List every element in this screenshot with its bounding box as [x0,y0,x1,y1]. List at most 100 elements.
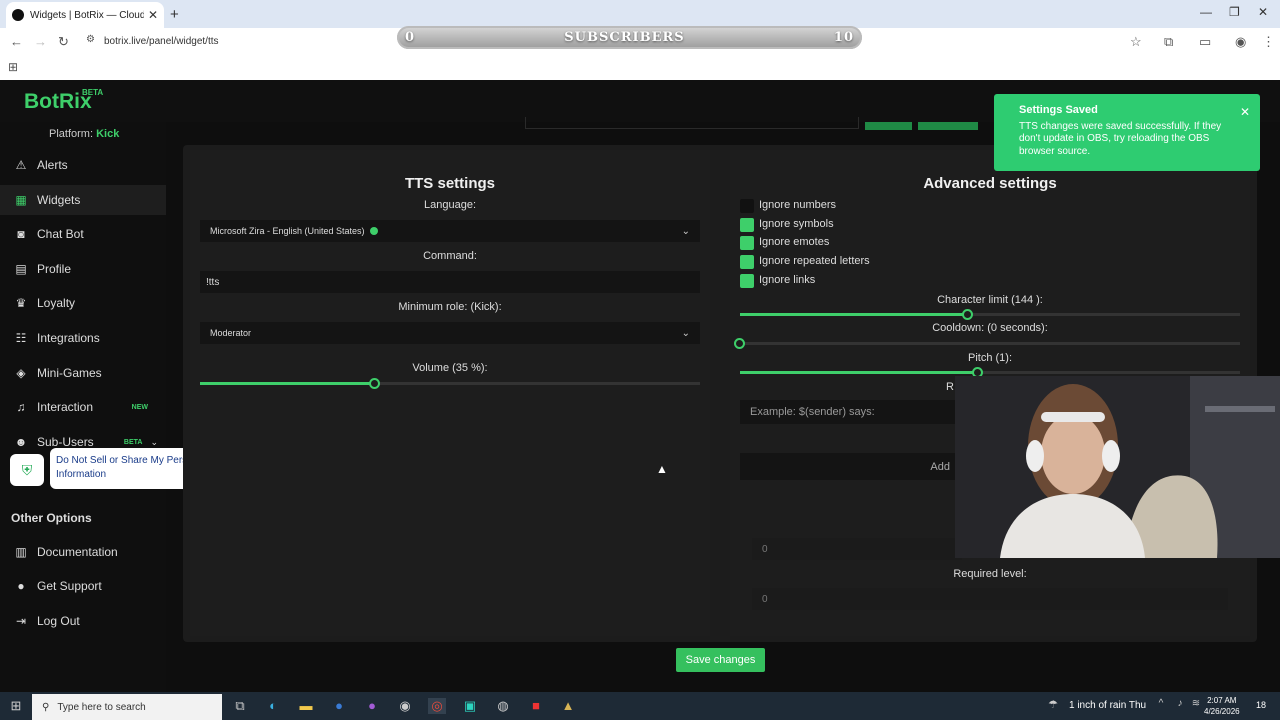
sidebar-item-alerts[interactable]: ⚠ Alerts [0,150,166,180]
menu-icon[interactable]: ⋮ [1262,34,1275,50]
minimum-role-label: Minimum role: (Kick): [398,301,502,313]
required-level-input[interactable]: 0 [752,588,1228,610]
volume-label: Volume (35 %): [412,362,488,374]
weather-text[interactable]: 1 inch of rain Thu [1069,700,1146,711]
chrome-icon[interactable]: ◎ [428,698,446,714]
minimum-role-select[interactable]: Moderator ⌄ [200,322,700,344]
sidebar-item-log-out[interactable]: ⇥ Log Out [0,606,166,636]
url-field[interactable]: botrix.live/panel/widget/tts [104,36,219,47]
sidebar-icon[interactable]: ▭ [1199,34,1211,50]
command-input[interactable]: !tts [200,271,700,293]
sidebar-item-chat-bot[interactable]: ◙ Chat Bot [0,219,166,249]
checkbox-ignore-links[interactable] [740,274,754,288]
add-button[interactable]: Add [740,453,960,480]
sidebar-item-get-support[interactable]: ● Get Support [0,571,166,601]
new-tab-icon[interactable]: + [170,6,179,23]
beta-badge: BETA [123,438,143,446]
clock[interactable]: 2:07 AM 4/26/2026 [1204,695,1240,717]
app-icon-2[interactable]: ● [363,698,381,713]
sidebar-item-label: Integrations [37,331,100,345]
forward-icon[interactable]: → [34,34,47,49]
language-value: Microsoft Zira - English (United States) [210,226,365,236]
language-label: Language: [424,199,476,211]
sidebar-item-label: Mini-Games [37,366,102,380]
weather-icon: ☂ [1048,699,1058,711]
app-icon-1[interactable]: ● [330,698,348,713]
reload-icon[interactable]: ↻ [58,34,69,50]
checkbox-ignore-emotes[interactable] [740,236,754,250]
obs-icon[interactable]: ◍ [494,698,512,714]
edge-icon[interactable]: ◐ [264,698,282,713]
character-limit-slider-handle[interactable] [962,309,973,320]
cooldown-slider-handle[interactable] [734,338,745,349]
partial-label: R [946,381,954,393]
chevron-down-icon: ⌄ [681,327,690,339]
language-select[interactable]: Microsoft Zira - English (United States)… [200,220,700,242]
restore-icon[interactable]: ❐ [1229,5,1240,19]
notifications-badge[interactable]: 18 [1256,700,1266,710]
apps-grid-icon[interactable]: ⊞ [8,60,18,74]
volume-slider-handle[interactable] [369,378,380,389]
profile-icon[interactable]: ◉ [1235,34,1246,50]
checkbox-label: Ignore emotes [759,236,830,248]
tray-chevron-icon[interactable]: ^ [1152,698,1170,709]
steam-icon[interactable]: ◉ [396,698,414,714]
minimize-icon[interactable]: — [1200,5,1212,19]
sidebar-item-loyalty[interactable]: ♛ Loyalty [0,288,166,318]
settings-saved-toast: Settings Saved TTS changes were saved su… [994,94,1260,171]
mouse-cursor-icon: ▲ [656,462,668,476]
sidebar-item-documentation[interactable]: ▥ Documentation [0,537,166,567]
music-icon: ♫ [16,400,26,414]
checkbox-ignore-symbols[interactable] [740,218,754,232]
sidebar-item-label: Get Support [37,579,102,593]
window-close-icon[interactable]: ✕ [1258,5,1268,19]
sidebar-item-label: Loyalty [37,296,76,310]
task-view-icon[interactable]: ⧉ [231,698,249,714]
browser-tab[interactable]: Widgets | BotRix — Cloud Stre ✕ [6,2,164,28]
privacy-shield-icon[interactable]: ⛨ [10,454,44,486]
required-level-label: Required level: [953,568,1027,580]
toast-message: TTS changes were saved successfully. If … [1019,120,1222,157]
bookmark-star-icon[interactable]: ☆ [1130,34,1142,50]
advanced-settings-title: Advanced settings [923,175,1057,192]
sidebar-item-profile[interactable]: ▤ Profile [0,254,166,284]
cooldown-slider-track[interactable] [740,342,1240,345]
sidebar-item-widgets[interactable]: ▦ Widgets [0,185,166,215]
app-icon-3[interactable]: ▣ [461,698,479,714]
integrations-icon: ☷ [15,331,27,345]
level-input-a[interactable]: 0 [752,538,962,560]
search-icon: ⚲ [42,701,50,713]
users-icon: ☻ [14,435,28,449]
command-label: Command: [423,250,477,262]
app-icon-5[interactable]: ▲ [559,698,577,713]
taskbar-search[interactable]: ⚲ Type here to search [32,694,222,720]
sidebar-item-interaction[interactable]: ♫ Interaction NEW [0,392,166,422]
file-explorer-icon[interactable]: ▬ [297,698,315,713]
checkbox-ignore-numbers[interactable] [740,199,754,213]
sidebar-item-label: Log Out [37,614,80,628]
pitch-slider-fill [740,371,978,374]
header-search[interactable] [525,117,859,129]
network-icon[interactable]: ≋ [1187,698,1205,709]
status-dot-icon [369,227,378,235]
sidebar-item-integrations[interactable]: ☷ Integrations [0,323,166,353]
browser-tab-bar [0,0,1280,28]
header-button-2[interactable] [918,122,978,130]
message-prefix-input[interactable]: Example: $(sender) says: [740,400,960,424]
site-info-icon[interactable]: ⚙ [86,34,95,45]
close-toast-icon[interactable]: ✕ [1240,106,1250,119]
sidebar-item-label: Interaction [37,400,94,414]
subs-left-value: 0 [405,30,416,45]
checkbox-label: Ignore links [759,274,816,286]
back-icon[interactable]: ← [10,34,23,49]
header-button-1[interactable] [865,122,912,130]
windows-start-icon[interactable]: ⊞ [7,698,25,714]
app-icon-4[interactable]: ■ [527,698,545,713]
chevron-down-icon[interactable]: ⌄ [150,437,158,448]
sidebar-item-mini-games[interactable]: ◈ Mini-Games [0,358,166,388]
close-tab-icon[interactable]: ✕ [148,8,158,22]
save-changes-button[interactable]: Save changes [676,648,765,672]
subs-right-value: 10 [833,30,854,45]
checkbox-ignore-repeated-letters[interactable] [740,255,754,269]
extensions-icon[interactable]: ⧉ [1164,34,1173,50]
